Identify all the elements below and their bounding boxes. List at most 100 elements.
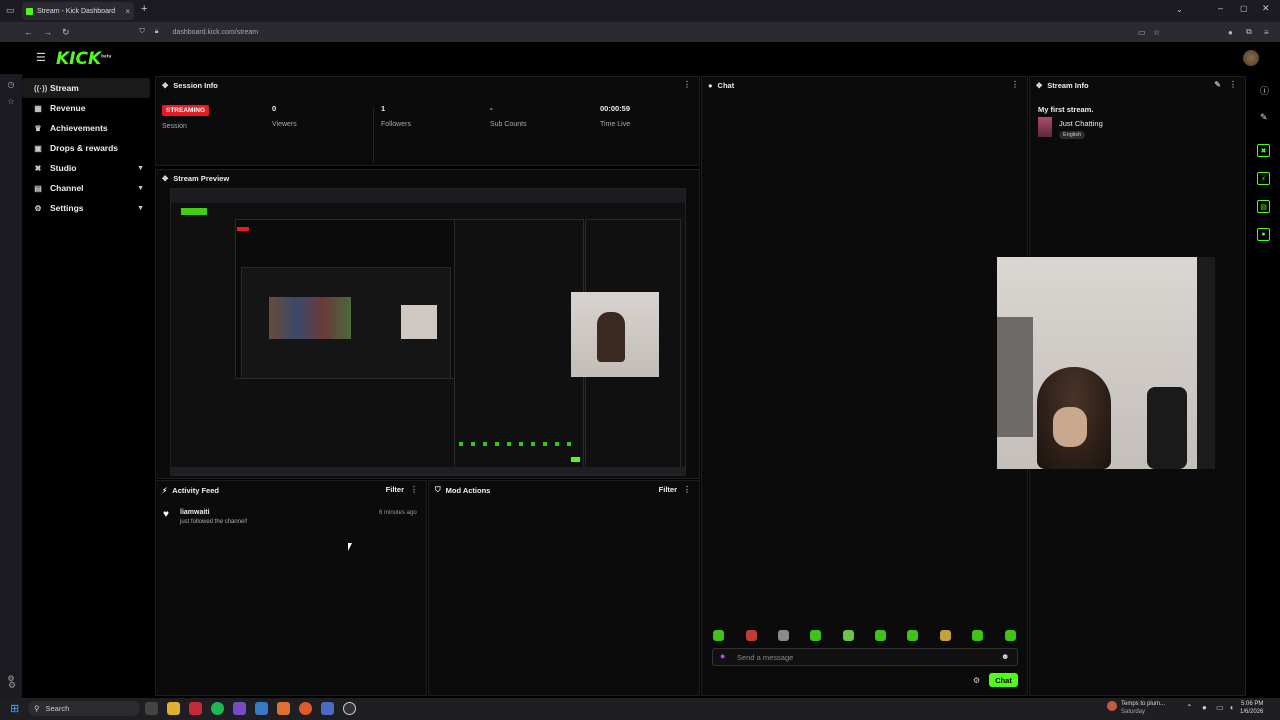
browser-tab[interactable]: Stream - Kick Dashboard × <box>22 2 134 20</box>
taskbar-clock[interactable]: 5:06 PM 1/6/2026 <box>1240 700 1263 716</box>
sidebar-item-channel[interactable]: ▤ Channel ▼ <box>22 178 150 198</box>
tab-overflow-icon[interactable]: ⌄ <box>1176 5 1183 14</box>
reload-icon[interactable]: ↻ <box>62 27 70 38</box>
weather-widget[interactable]: Temps to plum... Saturday <box>1121 700 1165 716</box>
steam-icon[interactable] <box>255 702 268 715</box>
edit-pencil-icon[interactable]: ✎ <box>1214 80 1221 89</box>
tab-list-icon[interactable]: ▭ <box>6 5 15 16</box>
rail-document-icon[interactable]: ▤ <box>1257 200 1270 213</box>
preview-nested-content <box>269 297 351 339</box>
obs-icon[interactable] <box>343 702 356 715</box>
info-icon[interactable]: ⓘ <box>1260 84 1269 97</box>
chat-settings-icon[interactable]: ⚙ <box>973 676 980 685</box>
sidebar-item-revenue[interactable]: ▦ Revenue <box>22 98 150 118</box>
file-explorer-icon[interactable] <box>167 702 180 715</box>
more-options-icon[interactable]: ⋮ <box>683 80 691 89</box>
account-icon[interactable]: ● <box>1228 28 1233 37</box>
app-icon-orange[interactable] <box>277 702 290 715</box>
bookmark-star-icon[interactable]: ☆ <box>1153 28 1160 37</box>
app-icon-red[interactable] <box>189 702 202 715</box>
emote-10[interactable] <box>1005 630 1016 641</box>
edit-icon[interactable]: ✎ <box>1260 112 1268 123</box>
emote-6[interactable] <box>875 630 886 641</box>
back-icon[interactable]: ← <box>24 27 33 37</box>
drag-handle-icon[interactable]: ✥ <box>162 81 168 90</box>
chat-send-button[interactable]: Chat <box>989 673 1018 687</box>
drag-handle-icon[interactable]: ✥ <box>1036 81 1042 90</box>
shield-icon[interactable]: ⛉ <box>140 28 145 36</box>
mod-filter-button[interactable]: Filter <box>659 485 677 494</box>
forward-icon[interactable]: → <box>43 27 52 37</box>
url-field[interactable]: dashboard.kick.com/stream <box>173 29 259 36</box>
emote-8[interactable] <box>940 630 951 641</box>
browser-menu-icon[interactable]: ≡ <box>1264 28 1269 37</box>
event-timestamp: 6 minutes ago <box>379 510 417 516</box>
firefox-icon[interactable] <box>299 702 312 715</box>
more-options-icon[interactable]: ⋮ <box>1011 80 1019 89</box>
chat-header: ● Chat ⋮ <box>708 80 1019 90</box>
webcam-door <box>997 317 1033 437</box>
microphone-tray-icon[interactable]: ● <box>1202 703 1207 712</box>
bookmarks-icon[interactable]: ☆ <box>7 97 14 106</box>
new-tab-button[interactable]: + <box>141 3 147 15</box>
windows-start-icon[interactable]: ⊞ <box>10 702 19 715</box>
more-options-icon[interactable]: ⋮ <box>683 485 691 494</box>
mod-actions-panel: ⛉ Mod Actions Filter ⋮ <box>428 480 700 696</box>
emote-1[interactable] <box>713 630 724 641</box>
emote-7[interactable] <box>907 630 918 641</box>
minimize-icon[interactable]: – <box>1218 3 1223 13</box>
activity-filter-button[interactable]: Filter <box>386 485 404 494</box>
sidebar-item-studio[interactable]: ✖ Studio ▼ <box>22 158 150 178</box>
dashboard-settings-icon[interactable]: ⚙ <box>8 680 16 691</box>
sidebar-item-stream[interactable]: ((·)) Stream <box>22 78 150 98</box>
hamburger-menu-icon[interactable]: ☰ <box>36 51 46 64</box>
task-view-icon[interactable] <box>145 702 158 715</box>
rail-studio-icon[interactable]: ✖ <box>1257 144 1270 157</box>
rail-chat-icon[interactable]: ● <box>1257 228 1270 241</box>
chat-message-input[interactable]: Send a message <box>712 648 1018 666</box>
more-options-icon[interactable]: ⋮ <box>410 485 418 494</box>
revenue-icon: ▦ <box>34 103 42 113</box>
maximize-icon[interactable]: ▢ <box>1240 4 1248 13</box>
more-options-icon[interactable]: ⋮ <box>1229 80 1237 89</box>
window-close-icon[interactable]: ✕ <box>1262 3 1270 14</box>
volume-icon[interactable]: ◖ <box>1229 703 1234 712</box>
emote-5[interactable] <box>843 630 854 641</box>
emote-4[interactable] <box>810 630 821 641</box>
stream-category[interactable]: Just Chatting <box>1059 119 1103 128</box>
emote-9[interactable] <box>972 630 983 641</box>
tab-close-icon[interactable]: × <box>125 7 130 16</box>
screen-share-icon[interactable]: ▭ <box>1138 28 1146 37</box>
spotify-icon[interactable] <box>211 702 224 715</box>
stream-preview-video[interactable] <box>170 188 686 476</box>
rail-lightning-icon[interactable]: ⚡︎ <box>1257 172 1270 185</box>
extensions-icon[interactable]: ⧉ <box>1246 27 1252 37</box>
emoji-icon[interactable]: ☻ <box>1001 652 1009 661</box>
kick-logo[interactable]: KICKbeta <box>56 49 111 69</box>
network-icon[interactable]: ▭ <box>1216 703 1224 712</box>
drag-handle-icon[interactable]: ✥ <box>162 174 168 183</box>
history-icon[interactable]: ◷ <box>8 80 15 89</box>
tray-chevron-up-icon[interactable]: ⌃ <box>1186 703 1193 712</box>
sidebar-item-drops-rewards[interactable]: ▣ Drops & rewards <box>22 138 150 158</box>
category-thumbnail[interactable] <box>1038 117 1052 137</box>
event-username[interactable]: liamwaiti <box>180 509 210 516</box>
emote-3[interactable] <box>778 630 789 641</box>
emote-2[interactable] <box>746 630 757 641</box>
chat-bubble-icon: ● <box>708 80 713 90</box>
sidebar-item-achievements[interactable]: ♛ Achievements <box>22 118 150 138</box>
microphone-icon[interactable]: ● <box>720 651 725 661</box>
user-avatar[interactable] <box>1243 50 1259 66</box>
taskbar-search[interactable]: ⚲ Search <box>28 701 140 716</box>
weather-icon[interactable] <box>1107 701 1117 711</box>
vscode-icon[interactable] <box>321 702 334 715</box>
sidebar-item-settings[interactable]: ⚙ Settings ▼ <box>22 198 150 218</box>
webcam-edge <box>1197 257 1215 469</box>
broadcast-icon: ((·)) <box>34 83 48 93</box>
webcam-overlay <box>997 257 1215 469</box>
lock-icon[interactable]: 🔒︎ <box>155 28 159 36</box>
app-icon-purple[interactable] <box>233 702 246 715</box>
webcam-face <box>1053 407 1087 447</box>
session-info-panel: ✥ Session Info ⋮ STREAMING Session 0 Viewer… <box>155 76 700 166</box>
preview-emotes <box>459 442 577 446</box>
